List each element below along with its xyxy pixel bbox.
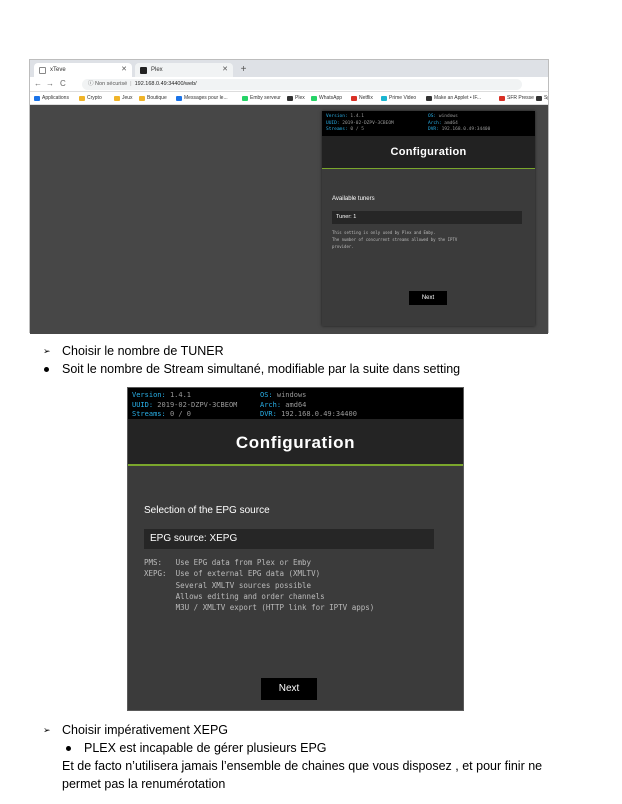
status-row-uuid: UUID: 2019-02-DZPV-3CBEOM Arch: amd64 xyxy=(132,400,307,409)
folder-icon xyxy=(79,96,85,101)
status-row-streams: Streams: 0 / 5 DVR: 192.168.0.49:34400 xyxy=(326,127,491,132)
config-panel-tuners: Version: 1.4.1 OS: windows UUID: 2019-02-… xyxy=(322,111,535,326)
bullet-text: PLEX est incapable de gérer plusieurs EP… xyxy=(84,741,327,755)
config-body: Available tuners Tuner: 1 This setting i… xyxy=(322,169,535,326)
bookmarks-bar: Applications Crypto Jeux Boutique Messag… xyxy=(30,92,548,105)
page-title: Configuration xyxy=(128,419,463,466)
bookmark-applications[interactable]: Applications xyxy=(33,92,69,104)
bookmark-emby[interactable]: Emby serveur xyxy=(241,92,281,104)
arrow-bullet-icon: ➢ xyxy=(43,346,51,356)
status-bar: Version: 1.4.1 OS: windows UUID: 2019-02-… xyxy=(322,111,535,136)
url-field[interactable]: ⓘ Non sécurisé | 192.168.0.49:34400/web/ xyxy=(82,79,522,90)
back-icon[interactable]: ← xyxy=(34,79,42,88)
forward-icon[interactable]: → xyxy=(46,79,54,88)
next-button[interactable]: Next xyxy=(261,678,317,700)
config-body: Selection of the EPG source EPG source: … xyxy=(128,466,463,710)
bookmark-plex[interactable]: Plex xyxy=(286,92,305,104)
bookmark-boutique[interactable]: Boutique xyxy=(138,92,167,104)
bullet-text: Choisir impérativement XEPG xyxy=(62,723,229,737)
bookmark-sfr-presse[interactable]: SFR Presse xyxy=(498,92,534,104)
tuner-select[interactable]: Tuner: 1 xyxy=(332,211,522,224)
paragraph-line: permet pas la renumérotation xyxy=(62,777,226,791)
next-button[interactable]: Next xyxy=(409,291,447,305)
browser-screenshot: xTeve ✕ Plex ✕ + ← → C ⓘ Non sécurisé | 19… xyxy=(29,59,549,334)
bookmark-netflix[interactable]: Netflix xyxy=(350,92,373,104)
folder-icon xyxy=(114,96,120,101)
info-icon: ⓘ xyxy=(88,81,94,87)
section-title: Selection of the EPG source xyxy=(144,505,270,516)
close-icon[interactable]: ✕ xyxy=(121,63,127,77)
bullet-text: Soit le nombre de Stream simultané, modi… xyxy=(62,362,461,376)
plex-icon xyxy=(140,67,147,74)
whatsapp-icon xyxy=(311,96,317,101)
page-viewport: Version: 1.4.1 OS: windows UUID: 2019-02-… xyxy=(30,105,548,334)
messages-icon xyxy=(176,96,182,101)
tab-xteve[interactable]: xTeve ✕ xyxy=(34,63,132,77)
description: This setting is only used by Plex and Em… xyxy=(332,230,458,249)
bullet-dot-icon xyxy=(44,367,49,372)
page-title: Configuration xyxy=(322,136,535,169)
arrow-bullet-icon: ➢ xyxy=(43,725,51,735)
tab-label: xTeve xyxy=(50,67,66,73)
config-panel-epg: Version: 1.4.1 OS: windows UUID: 2019-02-… xyxy=(127,387,464,711)
apps-icon xyxy=(34,96,40,101)
description: PMS: Use EPG data from Plex or Emby XEPG… xyxy=(144,558,375,613)
epg-source-select[interactable]: EPG source: XEPG xyxy=(144,529,434,549)
url-text: 192.168.0.49:34400/web/ xyxy=(134,81,197,87)
status-bar: Version: 1.4.1 OS: windows UUID: 2019-02-… xyxy=(128,388,463,419)
bookmark-jeux[interactable]: Jeux xyxy=(113,92,133,104)
tab-bar: xTeve ✕ Plex ✕ + xyxy=(30,60,548,77)
bullet-text: Choisir le nombre de TUNER xyxy=(62,344,224,358)
bookmark-messages[interactable]: Messages pour le... xyxy=(175,92,228,104)
bookmark-prime-video[interactable]: Prime Video xyxy=(380,92,416,104)
folder-icon xyxy=(139,96,145,101)
new-tab-button[interactable]: + xyxy=(238,64,249,75)
ifttt-icon xyxy=(426,96,432,101)
security-label: Non sécurisé xyxy=(95,81,128,87)
section-title: Available tuners xyxy=(332,196,375,202)
emby-icon xyxy=(242,96,248,101)
status-row-version: Version: 1.4.1 OS: windows xyxy=(132,391,307,399)
status-row-streams: Streams: 0 / 0 DVR: 192.168.0.49:34400 xyxy=(132,410,357,418)
tab-plex[interactable]: Plex ✕ xyxy=(135,63,233,77)
close-icon[interactable]: ✕ xyxy=(222,63,228,77)
netflix-icon xyxy=(351,96,357,101)
bookmark-icon xyxy=(536,96,542,101)
address-bar: ← → C ⓘ Non sécurisé | 192.168.0.49:34400/… xyxy=(30,77,548,92)
prime-video-icon xyxy=(381,96,387,101)
bookmark-ifttt[interactable]: Make an Applet • IF... xyxy=(425,92,481,104)
plex-icon xyxy=(287,96,293,101)
bookmark-sp[interactable]: Sp xyxy=(535,92,548,104)
tab-label: Plex xyxy=(151,67,163,73)
paragraph-line: Et de facto n’utilisera jamais l’ensembl… xyxy=(62,759,543,773)
sfr-icon xyxy=(499,96,505,101)
bullet-dot-icon xyxy=(66,746,71,751)
bookmark-crypto[interactable]: Crypto xyxy=(78,92,102,104)
reload-icon[interactable]: C xyxy=(60,79,66,88)
bookmark-whatsapp[interactable]: WhatsApp xyxy=(310,92,342,104)
page-icon xyxy=(39,67,46,74)
